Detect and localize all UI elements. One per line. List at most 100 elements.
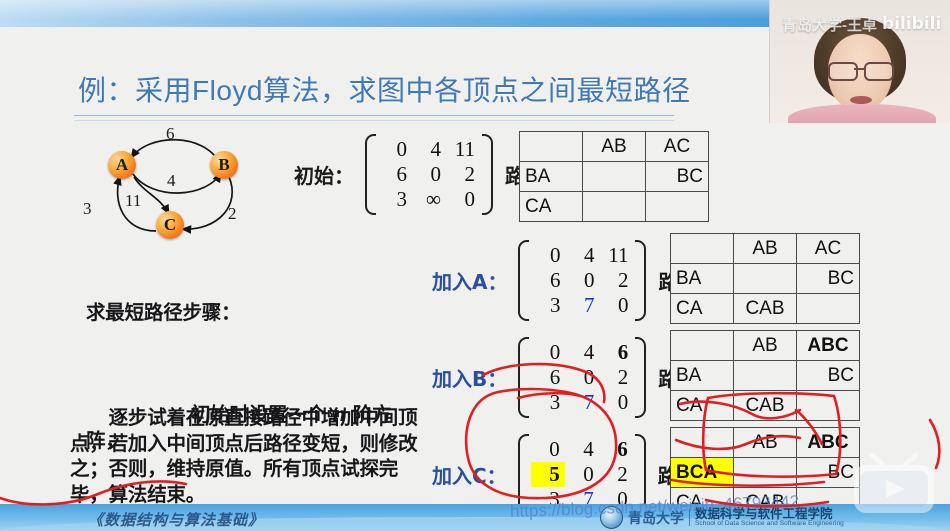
matrix-bracket-left bbox=[518, 337, 530, 418]
path-cell-updated: CAB bbox=[733, 390, 797, 421]
matrix-cell: 3 bbox=[396, 187, 408, 211]
steps-heading: 求最短路径步骤： bbox=[86, 301, 241, 324]
path-cell: AC bbox=[796, 233, 860, 264]
table-row: AB AC bbox=[519, 131, 709, 162]
matrix-cell: 6 bbox=[396, 162, 408, 186]
path-cell: BC bbox=[796, 360, 860, 391]
footer-book-title: 《数据结构与算法基础》 bbox=[88, 513, 265, 529]
matrix-grid-add-a: 0 4 11 6 0 2 3 7 0 bbox=[529, 240, 635, 321]
matrix-add-b: 0 4 6 6 0 2 3 7 0 bbox=[509, 337, 655, 418]
path-cell: BA bbox=[519, 161, 583, 192]
matrix-cell-updated: 7 bbox=[583, 390, 595, 414]
matrix-cell: 11 bbox=[454, 137, 475, 161]
path-table-initial: AB AC BA BC CA bbox=[519, 131, 709, 222]
graph-node-c: C bbox=[156, 211, 184, 239]
path-cell bbox=[670, 330, 734, 361]
matrix-grid-initial: 0 4 11 6 0 2 3 ∞ 0 bbox=[376, 134, 482, 215]
path-table-add-b: AB ABC BA BC CA CAB bbox=[670, 330, 860, 421]
path-cell: BA bbox=[670, 263, 734, 294]
step-label-add-a: 加入A： bbox=[432, 270, 508, 294]
path-cell bbox=[670, 427, 734, 458]
matrix-bracket-right bbox=[635, 337, 647, 418]
edge-weight-ba: 6 bbox=[166, 124, 175, 143]
matrix-cell: 2 bbox=[464, 162, 476, 186]
matrix-initial: 0 4 11 6 0 2 3 ∞ 0 bbox=[356, 134, 502, 215]
path-cell bbox=[733, 360, 797, 391]
matrix-cell: 3 bbox=[549, 293, 561, 317]
edge-weight-ca: 3 bbox=[83, 199, 92, 218]
step-label-add-b: 加入B： bbox=[432, 367, 508, 391]
glasses-bridge-icon bbox=[854, 68, 864, 70]
matrix-cell: 6 bbox=[549, 268, 561, 292]
matrix-cell: 0 bbox=[583, 365, 595, 389]
matrix-cell: 2 bbox=[617, 268, 629, 292]
table-row: AB AC bbox=[670, 233, 860, 264]
matrix-cell-updated: 7 bbox=[583, 293, 595, 317]
matrix-cell: 0 bbox=[583, 268, 595, 292]
path-cell bbox=[582, 191, 646, 222]
matrix-cell: 2 bbox=[617, 365, 629, 389]
edge-weight-ac: 11 bbox=[125, 191, 142, 210]
graph-node-a: A bbox=[108, 151, 136, 179]
path-cell: CA bbox=[670, 390, 734, 421]
table-row: CA CAB bbox=[670, 293, 860, 324]
matrix-bracket-left bbox=[518, 240, 530, 321]
matrix-add-a: 0 4 11 6 0 2 3 7 0 bbox=[509, 240, 655, 321]
slide-footer: 《数据结构与算法基础》 青岛大学 数据科学与软件工程学院 School of D… bbox=[0, 504, 950, 531]
table-row: AB ABC bbox=[670, 330, 860, 361]
matrix-cell: 3 bbox=[549, 390, 561, 414]
matrix-cell-updated: 6 bbox=[617, 437, 628, 461]
path-cell: AB bbox=[733, 233, 797, 264]
matrix-cell: 0 bbox=[617, 293, 629, 317]
slide-screenshot: 例：采用Floyd算法，求图中各顶点之间最短路径 A B C 6 4 11 3 … bbox=[0, 0, 950, 531]
matrix-cell: 0 bbox=[549, 437, 560, 461]
path-cell bbox=[670, 233, 734, 264]
table-row: BA BC bbox=[670, 263, 860, 294]
edge-weight-bc: 2 bbox=[228, 204, 237, 223]
presenter-shoulders bbox=[788, 104, 936, 123]
matrix-bracket-right bbox=[635, 240, 647, 321]
path-cell: BC bbox=[645, 161, 709, 192]
path-cell: AC bbox=[645, 131, 709, 162]
matrix-cell: 4 bbox=[583, 437, 594, 461]
matrix-cell: 4 bbox=[430, 137, 442, 161]
path-cell bbox=[582, 161, 646, 192]
bilibili-play-watermark bbox=[854, 452, 934, 513]
table-row: BA BC bbox=[670, 360, 860, 391]
matrix-cell: 0 bbox=[430, 162, 442, 186]
matrix-cell-highlighted: 5 bbox=[530, 462, 565, 487]
webcam-caption: 青岛大学-王卓 bbox=[782, 17, 877, 34]
glasses-right-lens-icon bbox=[864, 62, 894, 81]
matrix-bracket-left bbox=[365, 134, 376, 215]
table-row: BA BC bbox=[519, 161, 709, 192]
path-cell: CA bbox=[519, 191, 583, 222]
path-cell: AB bbox=[582, 131, 646, 162]
matrix-cell: 0 bbox=[464, 187, 476, 211]
body-paragraph-2: 逐步试着在原直接路径中增加中间顶点，若加入中间顶点后路径变短，则修改之；否则，维… bbox=[70, 406, 418, 506]
table-row: CA CAB bbox=[670, 390, 860, 421]
path-cell bbox=[796, 390, 860, 421]
matrix-cell: 2 bbox=[617, 462, 628, 486]
step-label-add-c: 加入C： bbox=[432, 464, 507, 488]
graph-diagram: A B C 6 4 11 3 2 bbox=[78, 119, 288, 249]
path-cell bbox=[733, 457, 797, 488]
matrix-cell: 0 bbox=[396, 137, 408, 161]
glasses-left-lens-icon bbox=[828, 62, 858, 81]
matrix-cell-updated: 6 bbox=[617, 340, 629, 364]
matrix-cell: 0 bbox=[583, 462, 594, 486]
bilibili-wordmark: bilibili bbox=[882, 14, 942, 34]
path-cell bbox=[645, 191, 709, 222]
presenter-webcam-overlay: 青岛大学-王卓 bilibili bbox=[769, 0, 950, 123]
path-cell: CA bbox=[670, 293, 734, 324]
path-cell bbox=[519, 131, 583, 162]
path-cell-updated: ABC bbox=[796, 330, 860, 361]
matrix-cell: 4 bbox=[583, 243, 595, 267]
matrix-cell: ∞ bbox=[426, 187, 441, 211]
path-cell-highlighted: BCA bbox=[670, 457, 734, 488]
matrix-cell: 0 bbox=[549, 243, 561, 267]
path-table-add-a: AB AC BA BC CA CAB bbox=[670, 233, 860, 324]
table-row: CA bbox=[519, 191, 709, 222]
matrix-bracket-right bbox=[482, 134, 493, 215]
table-row: AB ABC bbox=[670, 427, 860, 458]
department-name-en: School of Data Science and Software Engi… bbox=[695, 519, 844, 527]
